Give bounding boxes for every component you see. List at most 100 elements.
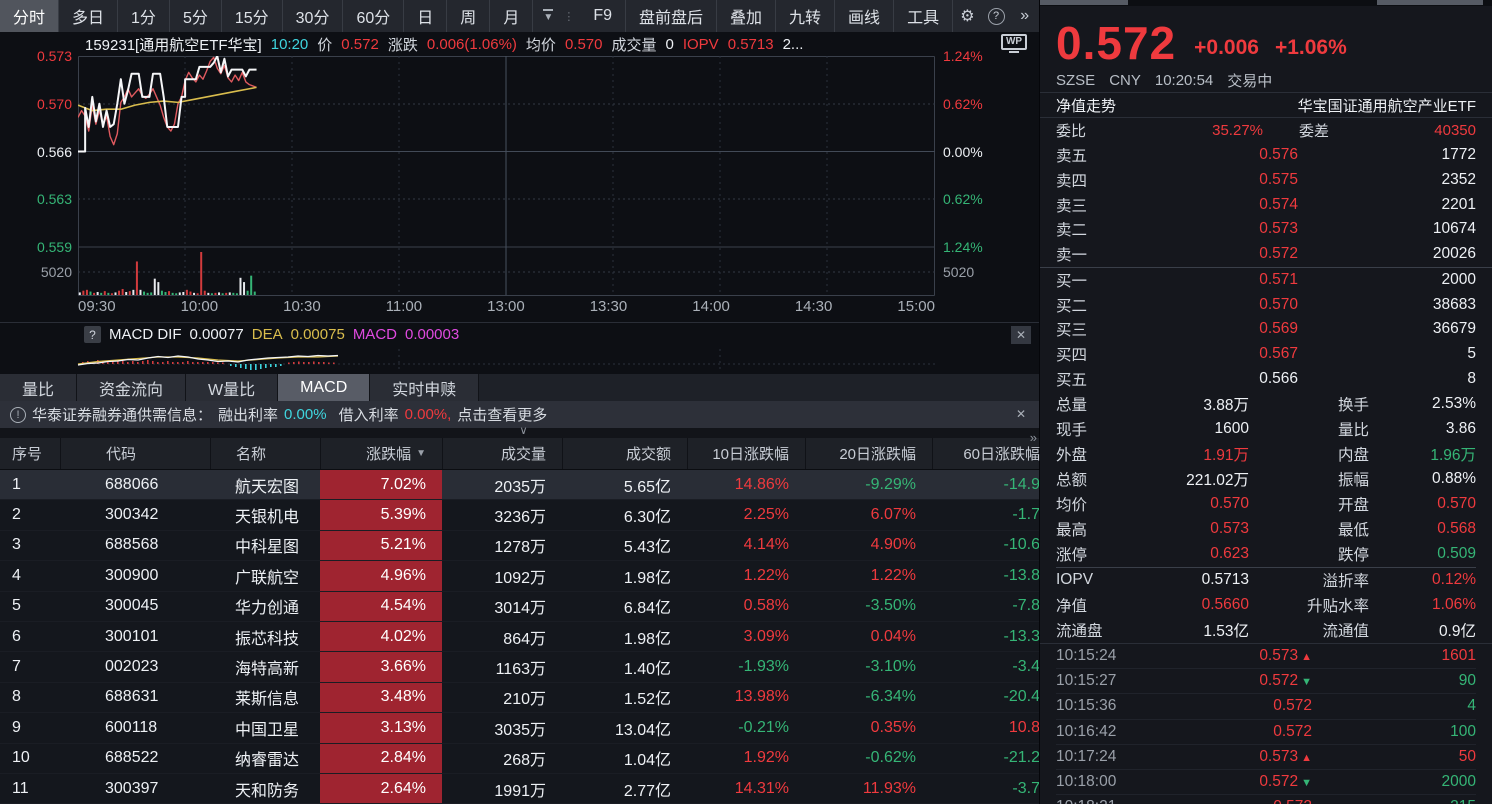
macd-chart-canvas[interactable] <box>0 347 1040 375</box>
wp-monitor-icon[interactable]: WP <box>1001 34 1027 54</box>
menu-item-工具[interactable]: 工具 <box>894 0 953 32</box>
stat-row: IOPV0.5713溢折率0.12% <box>1056 567 1476 593</box>
cell-60d-change: -21.2 <box>932 749 1039 767</box>
help-icon[interactable]: ? <box>982 0 1011 32</box>
table-row[interactable]: 6300101振芯科技4.02%864万1.98亿3.09%0.04%-13.3 <box>0 622 1039 652</box>
tab-实时申赎[interactable]: 实时申赎 <box>370 374 479 401</box>
book-row-买一[interactable]: 买一0.5712000 <box>1056 268 1476 293</box>
table-row[interactable]: 11300397天和防务2.64%1991万2.77亿14.31%11.93%-… <box>0 774 1039 804</box>
period-tab-15分[interactable]: 15分 <box>222 0 283 32</box>
table-row[interactable]: 8688631莱斯信息3.48%210万1.52亿13.98%-6.34%-20… <box>0 683 1039 713</box>
period-tab-60分[interactable]: 60分 <box>343 0 404 32</box>
period-tab-日[interactable]: 日 <box>404 0 447 32</box>
stat-value: 2.53% <box>1369 395 1476 413</box>
price-change-pct: +1.06% <box>1275 36 1347 60</box>
stat-label: 最高 <box>1056 518 1142 540</box>
period-tab-5分[interactable]: 5分 <box>170 0 222 32</box>
cell-volume: 864万 <box>442 625 562 649</box>
price-chart-canvas[interactable] <box>78 56 935 296</box>
tick-price: 0.572 <box>1148 723 1312 741</box>
table-row[interactable]: 1688066航天宏图7.02%2035万5.65亿14.86%-9.29%-1… <box>0 470 1039 500</box>
cell-volume: 3035万 <box>442 716 562 740</box>
toolbar-more-icon[interactable]: » <box>1010 0 1039 32</box>
period-tab-多日[interactable]: 多日 <box>59 0 118 32</box>
notice-bar[interactable]: ! 华泰证券融券通供需信息： 融出利率 0.00% 借入利率 0.00%, 点击… <box>0 401 1039 428</box>
period-tab-月[interactable]: 月 <box>490 0 533 32</box>
table-row[interactable]: 7002023海特高新3.66%1163万1.40亿-1.93%-3.10%-3… <box>0 652 1039 682</box>
cell-20d-change: 0.35% <box>805 719 932 737</box>
book-side-label: 买四 <box>1056 343 1120 365</box>
tab-MACD[interactable]: MACD <box>278 374 370 401</box>
menu-item-画线[interactable]: 画线 <box>835 0 894 32</box>
left-section: 分时多日1分5分15分30分60分日周月 ▼ ⋮ F9盘前盘后叠加九转画线工具 … <box>0 0 1040 804</box>
menu-item-F9[interactable]: F9 <box>580 0 626 32</box>
tab-W量比[interactable]: W量比 <box>186 374 278 401</box>
sort-desc-icon[interactable]: ▼ <box>416 448 426 459</box>
book-row-买三[interactable]: 买三0.56936679 <box>1056 317 1476 342</box>
cell-volume: 2035万 <box>442 473 562 497</box>
col-header-代码[interactable]: 代码 <box>60 438 210 469</box>
menu-item-九转[interactable]: 九转 <box>776 0 835 32</box>
table-row[interactable]: 9600118中国卫星3.13%3035万13.04亿-0.21%0.35%10… <box>0 713 1039 743</box>
notice-close-icon[interactable]: ✕ <box>1011 405 1031 423</box>
stat-value: 1.53亿 <box>1142 619 1249 641</box>
table-row[interactable]: 5300045华力创通4.54%3014万6.84亿0.58%-3.50%-7.… <box>0 592 1039 622</box>
menu-item-盘前盘后[interactable]: 盘前盘后 <box>626 0 717 32</box>
col-header-名称[interactable]: 名称 <box>210 438 320 469</box>
col-header-label: 20日涨跌幅 <box>839 443 916 464</box>
macd-help-icon[interactable]: ? <box>84 326 101 343</box>
col-header-序号[interactable]: 序号 <box>0 438 60 469</box>
col-header-涨跌幅[interactable]: 涨跌幅▼ <box>320 438 442 469</box>
book-price: 0.573 <box>1120 220 1298 238</box>
col-header-label: 60日涨跌幅 <box>963 443 1040 464</box>
tick-list[interactable]: 10:15:240.573▲160110:15:270.572▼9010:15:… <box>1040 644 1492 804</box>
period-dropdown-icon[interactable]: ▼ <box>533 0 563 32</box>
period-tab-1分[interactable]: 1分 <box>118 0 170 32</box>
book-row-卖三[interactable]: 卖三0.5742201 <box>1056 192 1476 217</box>
stat-label: 总量 <box>1056 393 1142 415</box>
table-row[interactable]: 3688568中科星图5.21%1278万5.43亿4.14%4.90%-10.… <box>0 531 1039 561</box>
y-axis-label: 0.62% <box>943 191 983 207</box>
tab-资金流向[interactable]: 资金流向 <box>77 374 186 401</box>
notice-chevron-icon[interactable]: ∨ <box>520 424 528 437</box>
menu-item-叠加[interactable]: 叠加 <box>717 0 776 32</box>
nav-trend-link[interactable]: 净值走势 <box>1056 95 1116 116</box>
settings-gear-icon[interactable]: ⚙ <box>953 0 982 32</box>
book-row-卖一[interactable]: 卖一0.57220026 <box>1056 242 1476 267</box>
market-status: 交易中 <box>1227 70 1272 91</box>
table-row[interactable]: 2300342天银机电5.39%3236万6.30亿2.25%6.07%-1.7 <box>0 500 1039 530</box>
period-tab-30分[interactable]: 30分 <box>283 0 344 32</box>
panel-top-strip[interactable] <box>1040 0 1492 6</box>
macd-close-icon[interactable]: ✕ <box>1011 326 1031 344</box>
col-header-20日涨跌幅[interactable]: 20日涨跌幅 <box>805 438 932 469</box>
notice-more-link[interactable]: 点击查看更多 <box>457 404 547 425</box>
col-header-成交额[interactable]: 成交额 <box>562 438 687 469</box>
y-axis-label: 0.559 <box>0 239 72 255</box>
col-header-10日涨跌幅[interactable]: 10日涨跌幅 <box>687 438 805 469</box>
book-row-买四[interactable]: 买四0.5675 <box>1056 342 1476 367</box>
toolbar-dots-icon: ⋮ <box>563 0 580 32</box>
book-row-买五[interactable]: 买五0.5668 <box>1056 366 1476 391</box>
table-row[interactable]: 10688522纳睿雷达2.84%268万1.04亿1.92%-0.62%-21… <box>0 744 1039 774</box>
book-row-卖二[interactable]: 卖二0.57310674 <box>1056 217 1476 242</box>
book-row-买二[interactable]: 买二0.57038683 <box>1056 292 1476 317</box>
col-header-成交量[interactable]: 成交量 <box>442 438 562 469</box>
tab-量比[interactable]: 量比 <box>0 374 77 401</box>
stat-label: 现手 <box>1056 418 1142 440</box>
panel-splitter-icon[interactable]: » <box>1030 430 1037 445</box>
table-row[interactable]: 4300900广联航空4.96%1092万1.98亿1.22%1.22%-13.… <box>0 561 1039 591</box>
cell-code: 300397 <box>60 780 210 798</box>
cell-60d-change: -10.6 <box>932 536 1039 554</box>
book-row-卖五[interactable]: 卖五0.5761772 <box>1056 143 1476 168</box>
cell-name: 华力创通 <box>210 594 320 618</box>
cell-20d-change: 11.93% <box>805 780 932 798</box>
cell-amount: 6.84亿 <box>562 594 687 618</box>
stat-label: 溢折率 <box>1249 569 1369 591</box>
x-axis-label: 11:00 <box>386 298 422 315</box>
col-header-60日涨跌幅[interactable]: 60日涨跌幅 <box>932 438 1040 469</box>
period-tab-周[interactable]: 周 <box>447 0 490 32</box>
col-header-label: 10日涨跌幅 <box>712 443 789 464</box>
cell-change-pct: 5.39% <box>320 500 442 529</box>
period-tab-分时[interactable]: 分时 <box>0 0 59 32</box>
book-row-卖四[interactable]: 卖四0.5752352 <box>1056 168 1476 193</box>
